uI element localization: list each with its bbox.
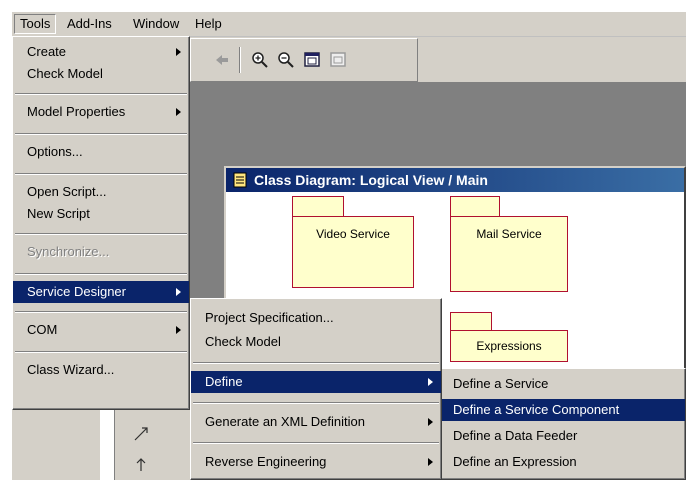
menu-item-new-script[interactable]: New Script — [13, 203, 189, 225]
menu-item-label: Define — [205, 374, 243, 389]
application-window: Tools Add-Ins Window Help Class Diagram:… — [12, 12, 686, 480]
toolbox-panel — [100, 407, 115, 480]
submenu-arrow-icon — [176, 48, 181, 56]
menu-item-reverse-engineering[interactable]: Reverse Engineering — [191, 451, 441, 473]
package-mail-service[interactable]: Mail Service — [450, 216, 568, 292]
diagram-icon — [233, 172, 247, 188]
submenu-arrow-icon — [428, 418, 433, 426]
menu-item-com[interactable]: COM — [13, 319, 189, 341]
menu-separator — [15, 273, 187, 275]
menu-window[interactable]: Window — [128, 15, 184, 33]
submenu-arrow-icon — [428, 378, 433, 386]
package-label: Mail Service — [476, 227, 542, 241]
menu-item-class-wizard[interactable]: Class Wizard... — [13, 359, 189, 381]
menu-item-options[interactable]: Options... — [13, 141, 189, 163]
menu-help[interactable]: Help — [190, 15, 227, 33]
menu-item-label: Generate an XML Definition — [205, 414, 365, 429]
menu-item-label: Service Designer — [27, 284, 126, 299]
menu-item-label: COM — [27, 322, 58, 337]
menu-separator — [15, 233, 187, 235]
menu-item-define-a-service[interactable]: Define a Service — [439, 373, 685, 395]
menu-item-synchronize: Synchronize... — [27, 244, 110, 259]
menu-item-label: Model Properties — [27, 104, 126, 119]
submenu-arrow-icon — [176, 108, 181, 116]
menu-item-service-designer[interactable]: Service Designer — [13, 281, 189, 303]
menu-item-open-script[interactable]: Open Script... — [13, 181, 189, 203]
define-submenu: Define a Service Define a Service Compon… — [438, 368, 686, 480]
menu-separator — [193, 402, 439, 404]
package-tab — [450, 312, 492, 332]
menu-item-define-an-expression[interactable]: Define an Expression — [439, 451, 685, 473]
menu-separator — [193, 362, 439, 364]
menu-item-define-a-data-feeder[interactable]: Define a Data Feeder — [439, 425, 685, 447]
submenu-arrow-icon — [176, 326, 181, 334]
fit-window-icon[interactable] — [303, 51, 321, 69]
submenu-arrow-icon — [176, 288, 181, 296]
menu-item-check-model[interactable]: Check Model — [191, 331, 441, 353]
menu-item-create[interactable]: Create — [13, 41, 189, 63]
toolbar — [190, 38, 418, 82]
back-arrow-icon[interactable] — [213, 51, 231, 69]
toolbar-separator — [239, 47, 241, 73]
submenu-arrow-icon — [428, 458, 433, 466]
tools-menu: Create Check Model Model Properties Opti… — [12, 36, 190, 410]
menu-tools[interactable]: Tools — [14, 14, 57, 34]
menu-item-define-a-service-component[interactable]: Define a Service Component — [439, 399, 685, 421]
menu-item-label: Reverse Engineering — [205, 454, 327, 469]
line-tool-icon[interactable] — [132, 425, 150, 443]
diagram-title-bar[interactable]: Class Diagram: Logical View / Main — [226, 168, 684, 192]
menu-item-project-specification[interactable]: Project Specification... — [191, 307, 441, 329]
menu-item-label: Create — [27, 44, 67, 59]
package-video-service[interactable]: Video Service — [292, 216, 414, 288]
menu-separator — [15, 173, 187, 175]
package-label: Expressions — [476, 339, 542, 353]
undo-fit-icon[interactable] — [329, 51, 347, 69]
menu-item-define[interactable]: Define — [191, 371, 441, 393]
zoom-in-icon[interactable] — [251, 51, 269, 69]
package-expressions[interactable]: Expressions — [450, 330, 568, 362]
menu-item-check-model[interactable]: Check Model — [13, 63, 189, 85]
package-tab — [292, 196, 344, 218]
menu-separator — [15, 311, 187, 313]
menu-add-ins[interactable]: Add-Ins — [62, 15, 117, 33]
menu-separator — [15, 133, 187, 135]
package-tab — [450, 196, 500, 218]
menu-separator — [15, 93, 187, 95]
menu-item-model-properties[interactable]: Model Properties — [13, 101, 189, 123]
menu-item-generate-xml-definition[interactable]: Generate an XML Definition — [191, 411, 441, 433]
package-label: Video Service — [316, 227, 390, 241]
toolbox-strip — [98, 407, 190, 480]
diagram-title: Class Diagram: Logical View / Main — [254, 172, 488, 188]
service-designer-submenu: Project Specification... Check Model Def… — [190, 298, 442, 480]
zoom-out-icon[interactable] — [277, 51, 295, 69]
menu-separator — [15, 351, 187, 353]
menu-bar: Tools Add-Ins Window Help — [12, 12, 686, 37]
anchor-tool-icon[interactable] — [134, 457, 148, 473]
menu-separator — [193, 442, 439, 444]
